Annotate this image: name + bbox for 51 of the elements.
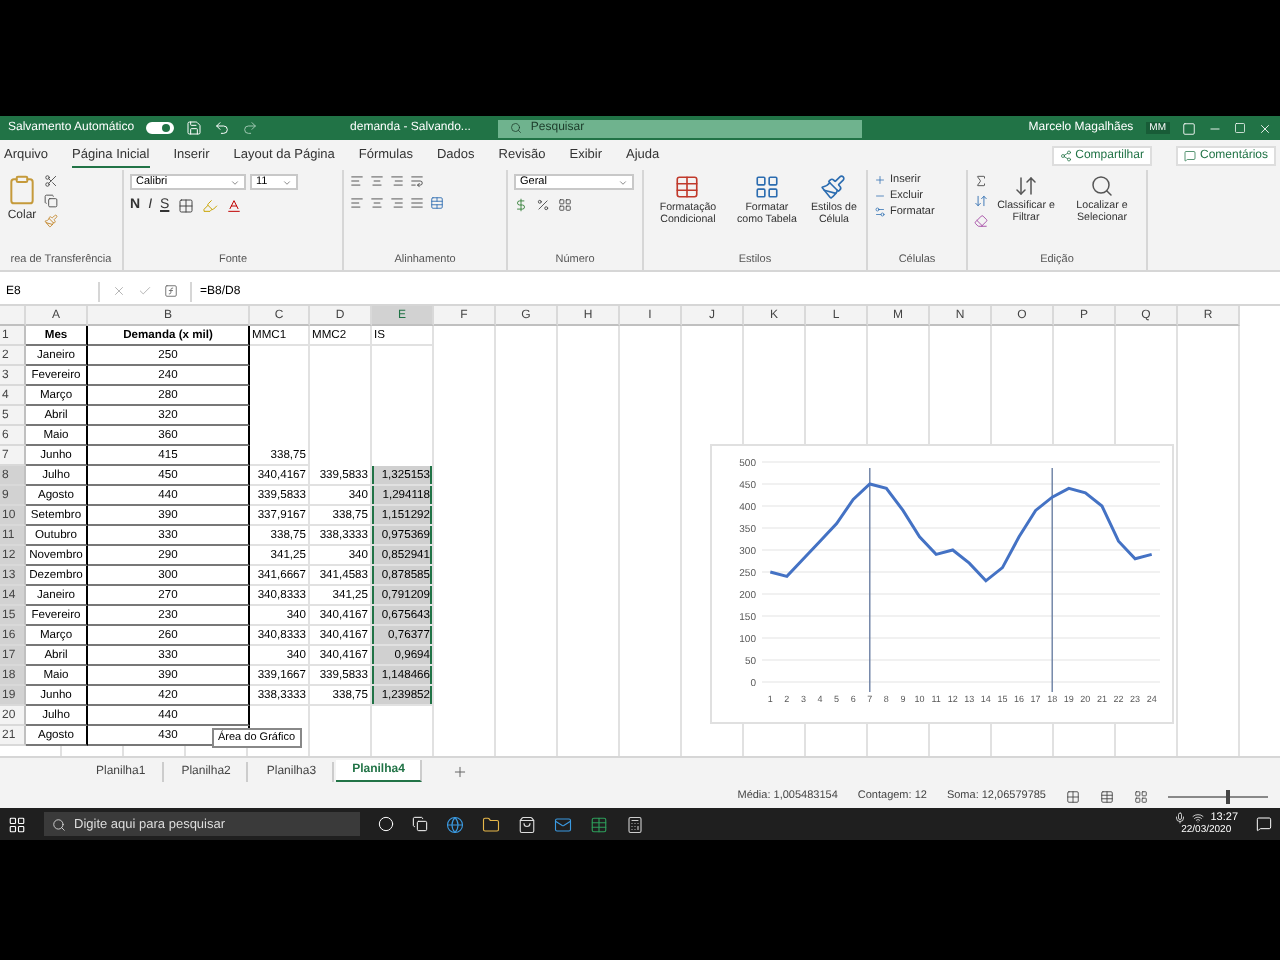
search-icon xyxy=(52,817,66,831)
caret-icon[interactable] xyxy=(282,177,292,187)
calculator-icon[interactable] xyxy=(626,815,644,833)
brush-icon xyxy=(820,174,847,200)
minus-icon xyxy=(874,190,886,203)
borders-icon[interactable] xyxy=(177,198,194,214)
search-icon xyxy=(510,122,523,134)
notifications-icon[interactable] xyxy=(1256,816,1272,832)
autosave-toggle[interactable] xyxy=(146,122,175,134)
table-icon xyxy=(674,174,701,200)
windows-icon[interactable] xyxy=(8,815,26,833)
grid-icon xyxy=(753,174,780,200)
spreadsheet-icon[interactable] xyxy=(590,815,608,833)
font-color-icon[interactable] xyxy=(225,198,242,214)
folder-icon[interactable] xyxy=(482,815,500,833)
redo-icon[interactable] xyxy=(242,120,259,136)
eraser-icon[interactable] xyxy=(974,214,988,228)
function-icon[interactable] xyxy=(164,284,178,298)
currency-icon[interactable] xyxy=(514,198,528,212)
normal-view-icon[interactable] xyxy=(1066,789,1080,803)
percent-icon[interactable] xyxy=(536,198,550,212)
sigma-icon[interactable] xyxy=(974,174,988,188)
copy-icon[interactable] xyxy=(44,194,58,208)
sort-icon xyxy=(1013,174,1038,198)
page-layout-icon[interactable] xyxy=(1100,789,1114,803)
maximize-icon[interactable] xyxy=(1234,122,1246,134)
close-icon[interactable] xyxy=(1258,121,1272,135)
network-icon[interactable] xyxy=(1192,812,1205,824)
plus-icon xyxy=(874,174,886,187)
wrap-text-icon[interactable] xyxy=(410,174,424,188)
align-right-icon[interactable] xyxy=(390,196,404,210)
paintbrush-icon[interactable] xyxy=(44,214,58,228)
scissors-icon[interactable] xyxy=(44,174,58,188)
settings-icon xyxy=(874,206,886,219)
save-icon[interactable] xyxy=(186,120,203,136)
share-icon xyxy=(1059,149,1072,161)
caret-icon[interactable] xyxy=(230,177,240,187)
store-icon[interactable] xyxy=(518,815,536,833)
align-left-icon[interactable] xyxy=(350,196,364,210)
task-view-icon[interactable] xyxy=(412,816,428,832)
browser-icon[interactable] xyxy=(446,815,464,833)
align-center-icon[interactable] xyxy=(370,196,384,210)
microphone-icon[interactable] xyxy=(1174,812,1187,824)
undo-icon[interactable] xyxy=(214,120,231,136)
clipboard-icon xyxy=(6,174,38,206)
search-icon xyxy=(1089,174,1114,198)
zoom-slider-thumb[interactable] xyxy=(1225,789,1230,803)
mail-icon[interactable] xyxy=(554,815,572,833)
comment-icon xyxy=(1183,149,1196,161)
caret-icon[interactable] xyxy=(618,177,628,187)
merge-icon[interactable] xyxy=(430,196,444,210)
